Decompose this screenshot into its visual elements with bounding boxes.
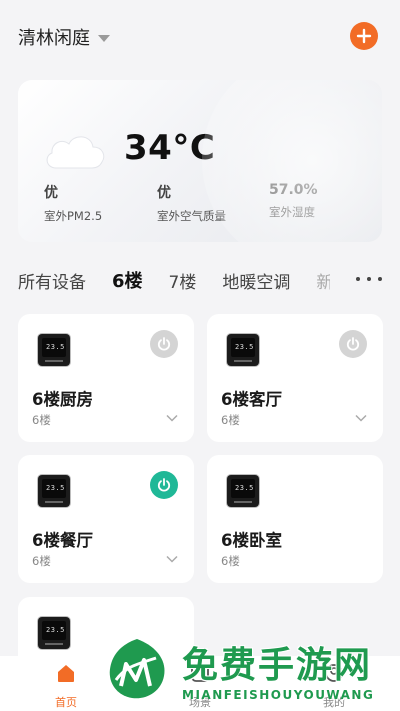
nav-home-label: 首页 (55, 696, 77, 709)
metric-label: 室外空气质量 (157, 209, 226, 223)
device-card[interactable]: 23.5 6楼客厅 6楼 (207, 314, 383, 442)
plus-icon (356, 28, 372, 44)
cloud-icon (46, 136, 105, 169)
chevron-down-icon[interactable] (166, 414, 178, 422)
device-name: 6楼卧室 (221, 531, 282, 550)
metric-label: 室外PM2.5 (44, 209, 103, 223)
header: 清林闲庭 (0, 0, 400, 70)
thermostat-icon: 23.5 (227, 334, 259, 366)
device-floor: 6楼 (32, 554, 51, 568)
add-device-button[interactable] (350, 22, 378, 50)
home-name-label: 清林闲庭 (18, 28, 90, 49)
power-button[interactable] (150, 330, 178, 358)
tab-6f[interactable]: 6楼 (112, 267, 143, 293)
tab-7f[interactable]: 7楼 (169, 268, 197, 293)
tab-floor-heating-ac[interactable]: 地暖空调 (222, 268, 290, 293)
power-icon (157, 478, 171, 492)
home-icon (58, 665, 74, 682)
device-floor: 6楼 (221, 413, 240, 427)
device-name: 6楼餐厅 (32, 531, 93, 550)
watermark-title: 免费手游网 (182, 644, 373, 686)
metric-label: 室外湿度 (269, 205, 315, 219)
device-floor: 6楼 (221, 554, 240, 568)
power-button[interactable] (150, 471, 178, 499)
power-button[interactable] (339, 330, 367, 358)
chevron-down-icon[interactable] (166, 555, 178, 563)
home-selector[interactable]: 清林闲庭 (18, 24, 110, 50)
floor-tabs: 所有设备 6楼 7楼 地暖空调 新 (18, 264, 382, 296)
metric-value: 优 (44, 185, 58, 201)
power-icon (346, 337, 360, 351)
thermostat-icon: 23.5 (38, 334, 70, 366)
watermark: 免费手游网 MIANFEISHOUYOUWANG (104, 630, 400, 711)
thermostat-display: 23.5 (46, 343, 65, 351)
device-name: 6楼客厅 (221, 390, 282, 409)
thermostat-display: 23.5 (46, 484, 65, 492)
metric-value: 57.0% (269, 182, 318, 198)
metric-pm25: 优 室外PM2.5 (44, 182, 102, 224)
thermostat-display: 23.5 (235, 343, 254, 351)
device-name: 6楼厨房 (32, 390, 93, 409)
caret-down-icon (98, 34, 110, 42)
chevron-down-icon[interactable] (355, 414, 367, 422)
device-card[interactable]: 23.5 6楼餐厅 6楼 (18, 455, 194, 583)
watermark-logo-icon (109, 639, 165, 699)
nav-home[interactable]: 首页 (36, 662, 96, 710)
more-tabs-icon[interactable] (352, 272, 382, 286)
device-floor: 6楼 (32, 413, 51, 427)
tab-new[interactable]: 新 (316, 268, 330, 293)
watermark-subtitle: MIANFEISHOUYOUWANG (182, 688, 375, 702)
metric-air-quality: 优 室外空气质量 (157, 182, 226, 224)
outdoor-temperature: 34°C (124, 128, 216, 168)
thermostat-icon: 23.5 (38, 475, 70, 507)
device-card[interactable]: 23.5 6楼卧室 6楼 (207, 455, 383, 583)
thermostat-display: 23.5 (46, 626, 65, 634)
thermostat-icon: 23.5 (38, 617, 70, 649)
metric-value: 优 (157, 185, 171, 201)
tab-all-devices[interactable]: 所有设备 (18, 268, 86, 293)
metric-humidity: 57.0% 室外湿度 (269, 182, 318, 220)
power-icon (157, 337, 171, 351)
weather-card[interactable]: 34°C 优 室外PM2.5 优 室外空气质量 57.0% 室外湿度 (18, 80, 382, 242)
thermostat-display: 23.5 (235, 484, 254, 492)
thermostat-icon: 23.5 (227, 475, 259, 507)
device-card[interactable]: 23.5 6楼厨房 6楼 (18, 314, 194, 442)
